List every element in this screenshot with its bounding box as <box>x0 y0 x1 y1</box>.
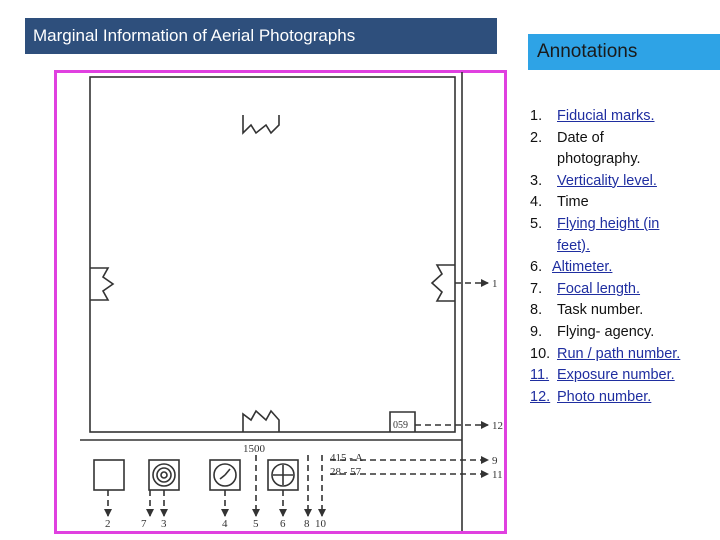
annotation-item: 5. Flying height (in <box>530 214 720 236</box>
fiducial-top <box>242 115 280 135</box>
annotation-item: 2. Date of <box>530 129 604 146</box>
annotation-link[interactable]: Focal length. <box>557 279 640 301</box>
fiducial-left <box>90 267 115 301</box>
bottom-label: 6 <box>280 518 286 530</box>
fiducial-right <box>430 264 455 302</box>
bottom-label: 10 <box>315 518 327 530</box>
annotation-item: 6. Altimeter. <box>530 257 720 279</box>
task-text: 415 - A <box>330 452 363 464</box>
photo-number-text: 059 <box>393 420 408 431</box>
verticality-inner <box>160 471 168 479</box>
verticality-mid <box>156 467 172 483</box>
annotation-item: 11. Exposure number. <box>530 365 720 387</box>
date-box <box>93 459 125 491</box>
annotation-item: 7. Focal length. <box>530 279 720 301</box>
bottom-label: 2 <box>105 518 111 530</box>
flying-height-text: 1500 <box>243 443 266 455</box>
annotation-link[interactable]: Altimeter. <box>552 257 612 279</box>
bottom-label: 8 <box>304 518 310 530</box>
annotation-item: 1. Fiducial marks. <box>530 106 720 128</box>
annotation-item: 3. Verticality level. <box>530 171 720 193</box>
annotation-item: 12. Photo number. <box>530 387 720 409</box>
annotation-item: 9. Flying- agency. <box>530 323 655 340</box>
annotation-item: 10. Run / path number. <box>530 344 720 366</box>
annotation-item: 8. Task number. <box>530 302 644 319</box>
right-label: 11 <box>492 469 503 481</box>
bottom-label: 7 <box>141 518 147 530</box>
annotation-continuation: photography. <box>557 151 641 168</box>
bottom-label: 3 <box>161 518 167 530</box>
fiducial-bottom <box>242 409 280 432</box>
annotation-continuation[interactable]: feet). <box>530 236 720 258</box>
right-label: 12 <box>492 420 503 432</box>
annotation-link[interactable]: Run / path number. <box>557 344 680 366</box>
annotation-link[interactable]: Flying height (in <box>557 214 659 236</box>
annotation-link[interactable]: Verticality level. <box>557 171 657 193</box>
annotation-item: 4. Time <box>530 194 589 211</box>
annotation-link[interactable]: Fiducial marks. <box>557 106 655 128</box>
right-label: 9 <box>492 455 498 467</box>
image-area <box>89 76 456 433</box>
bottom-label: 4 <box>222 518 228 530</box>
annotations-list: 1. Fiducial marks. 2. Date of photography.… <box>530 106 720 408</box>
annotation-link[interactable]: Photo number. <box>557 387 651 409</box>
run-exposure-text: 28 - 57 <box>330 466 362 478</box>
annotation-link[interactable]: Exposure number. <box>557 365 675 387</box>
right-label: 1 <box>492 278 498 290</box>
bottom-label: 5 <box>253 518 259 530</box>
